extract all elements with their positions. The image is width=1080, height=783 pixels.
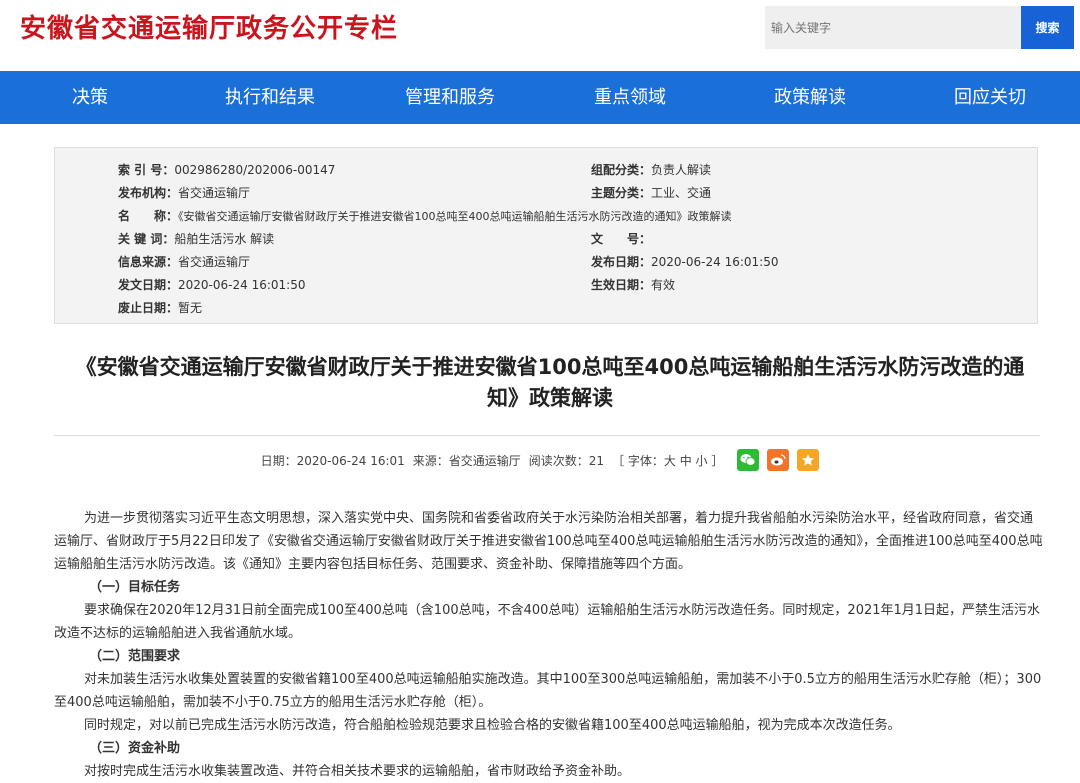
nav-item-policy-interpretation[interactable]: 政策解读 [720,71,900,124]
meta-keywords: 关 键 词：船舶生活污水 解读 [118,232,275,246]
article-date: 日期：2020-06-24 16:01 [260,453,405,468]
section-heading: （三）资金补助 [89,741,181,756]
meta-index: 索 引 号：002986280/202006-00147 [118,163,336,177]
paragraph: 同时规定，对以前已完成生活污水防污改造，符合船舶检验规范要求且检验合格的安徽省籍… [84,718,901,733]
nav-item-decision[interactable]: 决策 [0,71,180,124]
meta-source: 信息来源：省交通运输厅 [118,255,251,269]
nav-item-responses[interactable]: 回应关切 [900,71,1080,124]
metadata-panel: 索 引 号：002986280/202006-00147 组配分类：负责人解读 … [54,147,1038,324]
meta-category: 组配分类：负责人解读 [591,163,712,177]
meta-name: 名 称：《安徽省交通运输厅安徽省财政厅关于推进安徽省100总吨至400总吨运输船… [118,209,732,223]
article-info-bar: 日期：2020-06-24 16:01 来源：省交通运输厅 阅读次数：21 ［ … [0,449,1080,471]
main-nav: 决策 执行和结果 管理和服务 重点领域 政策解读 回应关切 [0,71,1080,124]
meta-effective: 生效日期：有效 [591,278,676,292]
favorite-star-icon[interactable] [797,449,820,471]
article-views: 阅读次数：21 [528,453,605,468]
search-button[interactable]: 搜索 [1021,6,1074,49]
article-source: 来源：省交通运输厅 [412,453,521,468]
meta-publisher: 发布机构：省交通运输厅 [118,186,251,200]
nav-item-management[interactable]: 管理和服务 [360,71,540,124]
wechat-share-icon[interactable] [737,449,760,471]
divider [54,435,1040,436]
nav-item-key-areas[interactable]: 重点领域 [540,71,720,124]
meta-pubdate: 发布日期：2020-06-24 16:01:50 [591,255,779,269]
article-title: 《安徽省交通运输厅安徽省财政厅关于推进安徽省100总吨至400总吨运输船舶生活污… [75,355,1025,410]
section-heading: （一）目标任务 [89,580,181,595]
meta-abolish: 废止日期：暂无 [118,301,203,315]
meta-topic: 主题分类：工业、交通 [591,186,712,200]
header: 安徽省交通运输厅政务公开专栏 搜索 [0,0,1080,71]
article-body: 为进一步贯彻落实习近平生态文明思想，深入落实党中央、国务院和省委省政府关于水污染… [54,507,1044,783]
meta-docno: 文 号： [591,232,652,246]
font-size-switch[interactable]: ［ 字体：大 中 小 ］ [612,452,723,469]
meta-issuedate: 发文日期：2020-06-24 16:01:50 [118,278,306,292]
nav-item-execution[interactable]: 执行和结果 [180,71,360,124]
paragraph: 要求确保在2020年12月31日前全面完成100至400总吨（含100总吨，不含… [54,603,1041,641]
weibo-share-icon[interactable] [767,449,790,471]
site-title: 安徽省交通运输厅政务公开专栏 [20,14,399,44]
paragraph: 为进一步贯彻落实习近平生态文明思想，深入落实党中央、国务院和省委省政府关于水污染… [54,511,1043,572]
paragraph: 对未加装生活污水收集处置装置的安徽省籍100至400总吨运输船舶实施改造。其中1… [54,672,1042,710]
paragraph: 对按时完成生活污水收集装置改造、并符合相关技术要求的运输船舶，省市财政给予资金补… [84,764,631,779]
section-heading: （二）范围要求 [89,649,181,664]
search-input[interactable] [765,6,1021,49]
